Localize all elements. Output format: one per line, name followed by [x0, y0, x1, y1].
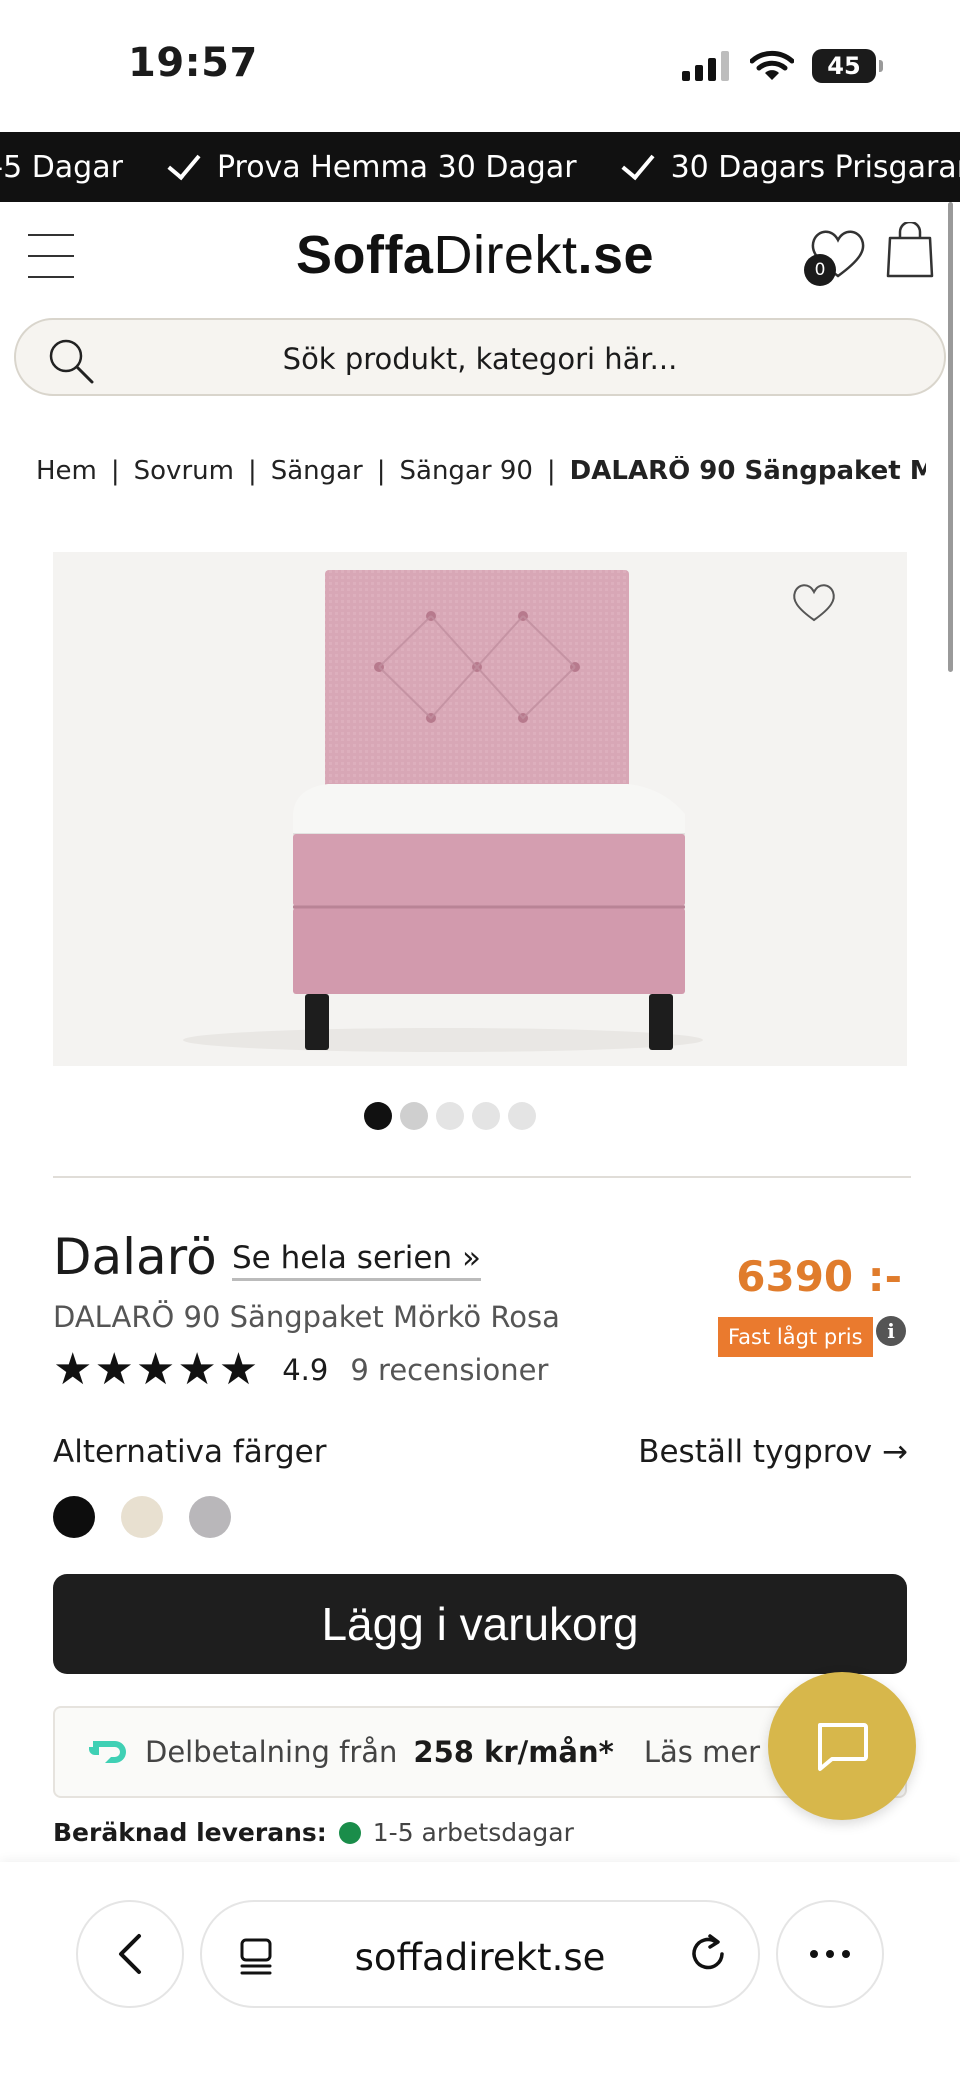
- in-stock-dot-icon: [338, 1821, 361, 1844]
- breadcrumb-item[interactable]: Sängar 90: [400, 456, 533, 486]
- scrollbar[interactable]: [948, 202, 953, 672]
- add-to-cart-button[interactable]: Lägg i varukorg: [53, 1574, 907, 1674]
- shopping-bag-icon[interactable]: [886, 222, 934, 278]
- search-bar[interactable]: Sök produkt, kategori här...: [14, 318, 946, 396]
- breadcrumb-separator: |: [546, 456, 556, 486]
- breadcrumb-separator: |: [376, 456, 386, 486]
- checkmark-icon: [621, 145, 655, 181]
- breadcrumb-item[interactable]: Sovrum: [134, 456, 234, 486]
- usp-track: s 1-5 Dagar Prova Hemma 30 Dagar 30 Daga…: [0, 132, 960, 202]
- usp-item: s 1-5 Dagar: [0, 149, 123, 185]
- status-bar: 19:57 45: [0, 0, 960, 132]
- product-name: Dalarö: [53, 1228, 217, 1286]
- rating-value: 4.9: [282, 1352, 329, 1387]
- alternative-colors-label: Alternativa färger: [53, 1434, 327, 1470]
- price-badge: Fast lågt pris: [718, 1317, 873, 1357]
- gallery-dot[interactable]: [364, 1102, 392, 1130]
- info-icon[interactable]: i: [876, 1316, 906, 1346]
- product-price: 6390 :-: [736, 1252, 902, 1301]
- usp-item: 30 Dagars Prisgarant: [621, 145, 960, 185]
- wishlist-button[interactable]: 0: [804, 224, 868, 286]
- reload-icon[interactable]: [686, 1932, 730, 1976]
- checkmark-icon: [167, 145, 201, 181]
- dot-icon: [810, 1950, 818, 1958]
- klarna-logo-icon: [89, 1741, 126, 1763]
- usp-bar: s 1-5 Dagar Prova Hemma 30 Dagar 30 Daga…: [0, 132, 960, 202]
- wifi-icon: [750, 50, 794, 80]
- color-swatches: [53, 1496, 231, 1538]
- read-more-link[interactable]: Läs mer: [644, 1735, 760, 1769]
- url-text[interactable]: soffadirekt.se: [202, 1936, 758, 1979]
- chat-bubble-icon: [818, 1723, 868, 1771]
- delivery-estimate: Beräknad leverans: 1-5 arbetsdagar: [53, 1818, 574, 1847]
- star-rating-icon: ★★★★★: [53, 1344, 261, 1395]
- gallery-dot[interactable]: [400, 1102, 428, 1130]
- status-icons: 45: [682, 46, 883, 86]
- breadcrumb-item[interactable]: Hem: [36, 456, 97, 486]
- installment-amount: 258 kr/mån*: [413, 1735, 614, 1769]
- battery-icon: 45: [812, 49, 883, 83]
- divider: [53, 1176, 911, 1178]
- color-swatch[interactable]: [121, 1496, 163, 1538]
- status-time: 19:57: [128, 40, 258, 86]
- address-bar[interactable]: soffadirekt.se: [200, 1900, 760, 2008]
- back-button[interactable]: [76, 1900, 184, 2008]
- page: 19:57 45 s 1-5 Dagar Prova Hemma: [0, 0, 960, 2081]
- chat-button[interactable]: [768, 1672, 916, 1820]
- dot-icon: [826, 1950, 834, 1958]
- installment-prefix: Delbetalning från: [145, 1735, 398, 1769]
- breadcrumb: Hem | Sovrum | Sängar | Sängar 90 | DALA…: [36, 456, 926, 486]
- color-swatch[interactable]: [53, 1496, 95, 1538]
- dot-icon: [842, 1950, 850, 1958]
- chevron-left-icon: [119, 1934, 141, 1974]
- review-count-link[interactable]: 9 recensioner: [350, 1353, 548, 1387]
- product-image[interactable]: [53, 552, 907, 1066]
- rating-row[interactable]: ★★★★★ 4.9 9 recensioner: [53, 1344, 548, 1395]
- order-fabric-sample-link[interactable]: Beställ tygprov →: [638, 1434, 908, 1470]
- search-input[interactable]: Sök produkt, kategori här...: [16, 342, 944, 376]
- breadcrumb-current: DALARÖ 90 Sängpaket Mörk: [569, 456, 926, 486]
- gallery-dots: [0, 1102, 930, 1130]
- color-swatch[interactable]: [189, 1496, 231, 1538]
- gallery-dot[interactable]: [436, 1102, 464, 1130]
- browser-toolbar: soffadirekt.se: [0, 1862, 960, 2081]
- breadcrumb-item[interactable]: Sängar: [271, 456, 363, 486]
- product-subtitle: DALARÖ 90 Sängpaket Mörkö Rosa: [53, 1300, 560, 1334]
- delivery-value: 1-5 arbetsdagar: [372, 1818, 574, 1847]
- site-header: SoffaDirekt.se 0: [0, 202, 950, 310]
- gallery-dot[interactable]: [508, 1102, 536, 1130]
- signal-icon: [682, 51, 729, 81]
- delivery-label: Beräknad leverans:: [53, 1818, 327, 1847]
- favorite-heart-icon[interactable]: [789, 580, 839, 624]
- gallery-dot[interactable]: [472, 1102, 500, 1130]
- wishlist-count-badge: 0: [804, 254, 836, 286]
- see-series-link[interactable]: Se hela serien »: [232, 1240, 481, 1281]
- bed-illustration: [183, 570, 703, 1052]
- more-options-button[interactable]: [776, 1900, 884, 2008]
- breadcrumb-separator: |: [110, 456, 120, 486]
- usp-item: Prova Hemma 30 Dagar: [167, 145, 577, 185]
- breadcrumb-separator: |: [247, 456, 257, 486]
